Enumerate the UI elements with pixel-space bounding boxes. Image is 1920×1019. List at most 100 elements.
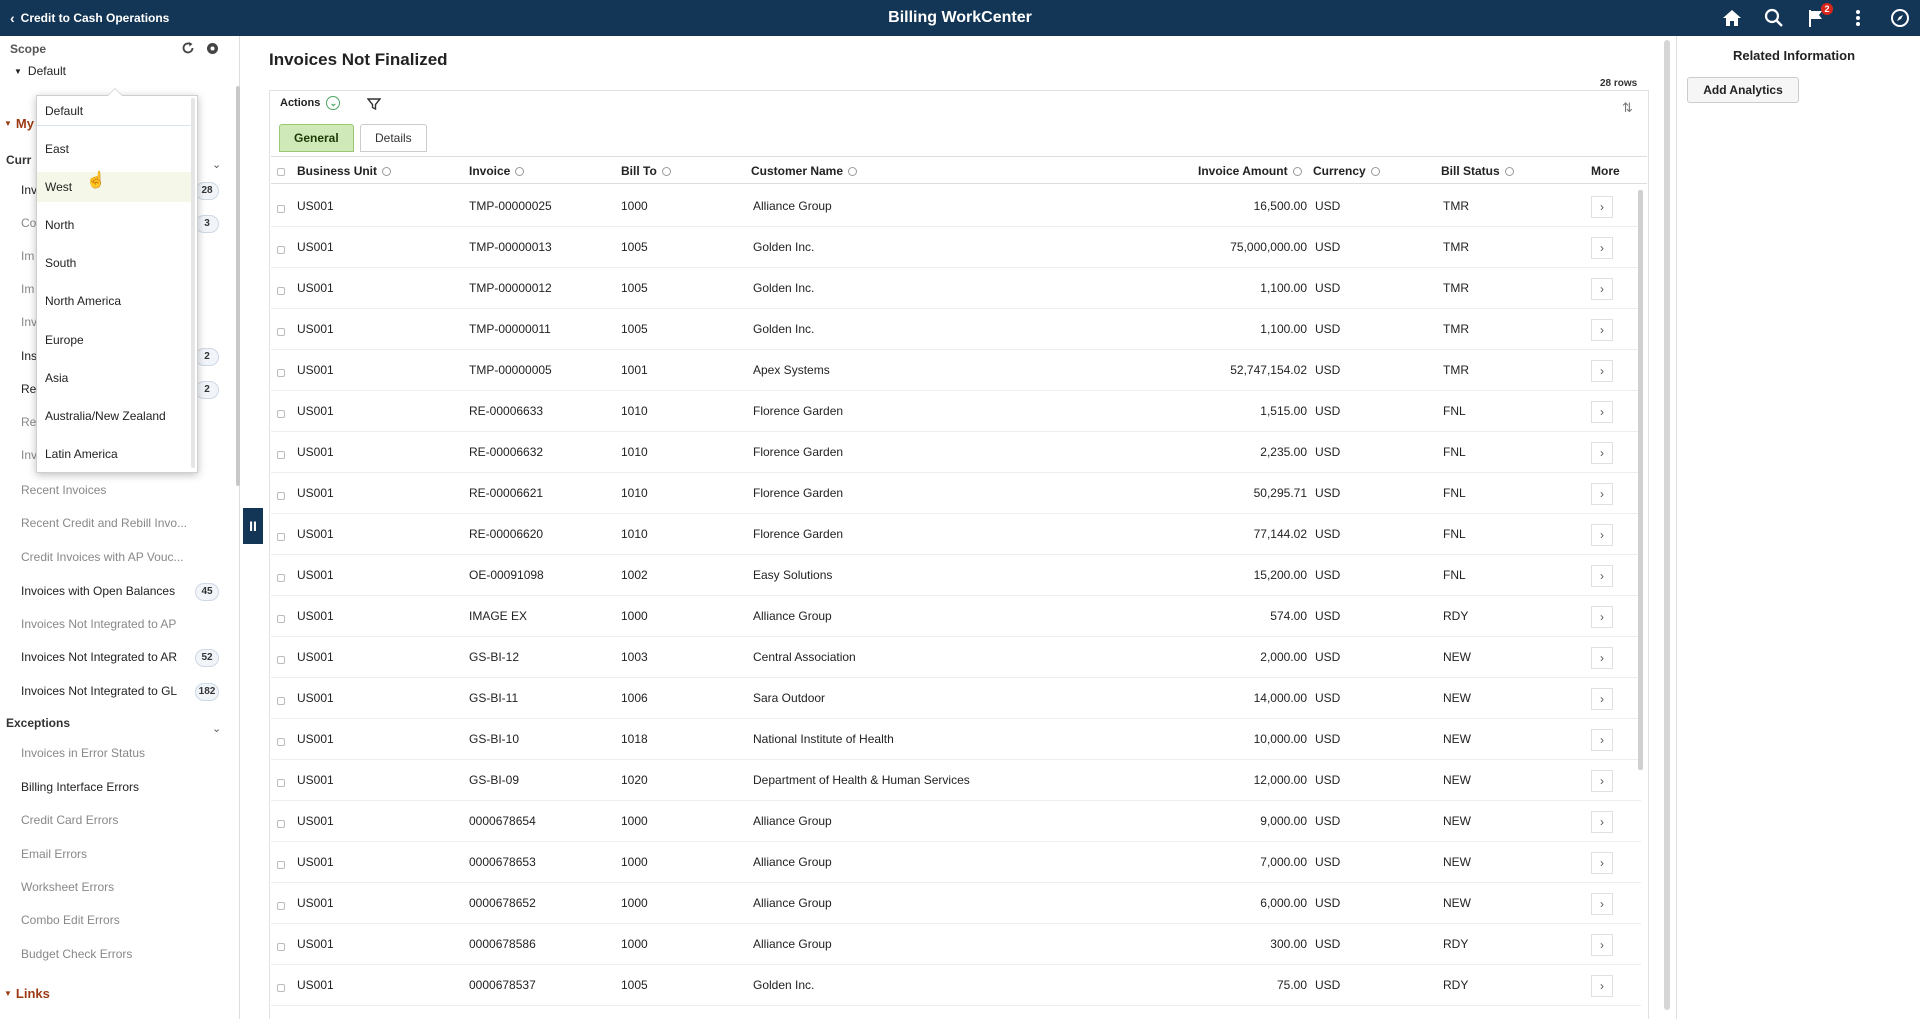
scope-option-australia-new-zealand[interactable]: Australia/New Zealand bbox=[37, 401, 191, 431]
notifications-flag-icon[interactable]: 2 bbox=[1804, 3, 1833, 30]
row-checkbox[interactable] bbox=[277, 984, 285, 992]
row-checkbox[interactable] bbox=[277, 738, 285, 746]
nav-item-partial[interactable]: Inv bbox=[21, 315, 37, 329]
table-row[interactable]: US001 RE-00006621 1010 Florence Garden 50,29… bbox=[271, 473, 1641, 514]
table-row[interactable]: US001 0000678586 1000 Alliance Group 300.00 U… bbox=[271, 924, 1641, 965]
actions-menu-button[interactable]: Actions ⌄ bbox=[280, 96, 341, 110]
row-more-chevron-icon[interactable]: › bbox=[1591, 196, 1613, 218]
nav-item-credit-card-errors[interactable]: Credit Card Errors bbox=[21, 813, 118, 827]
row-more-chevron-icon[interactable]: › bbox=[1591, 524, 1613, 546]
nav-item-budget-check-errors[interactable]: Budget Check Errors bbox=[21, 947, 132, 961]
row-more-chevron-icon[interactable]: › bbox=[1591, 565, 1613, 587]
col-business-unit[interactable]: Business Unit bbox=[297, 164, 392, 178]
nav-item-recent-credit-rebill[interactable]: Recent Credit and Rebill Invo... bbox=[21, 516, 187, 530]
filter-icon[interactable] bbox=[366, 97, 382, 111]
more-vertical-icon[interactable] bbox=[1846, 6, 1870, 30]
row-more-chevron-icon[interactable]: › bbox=[1591, 360, 1613, 382]
row-more-chevron-icon[interactable]: › bbox=[1591, 852, 1613, 874]
table-row[interactable]: US001 TMP-00000005 1001 Apex Systems 52,747,… bbox=[271, 350, 1641, 391]
row-checkbox[interactable] bbox=[277, 820, 285, 828]
scope-option-latin-america[interactable]: Latin America bbox=[37, 439, 191, 469]
table-row[interactable]: US001 RE-00006633 1010 Florence Garden 1,515… bbox=[271, 391, 1641, 432]
scope-option-europe[interactable]: Europe bbox=[37, 325, 191, 355]
nav-item-billing-interface-errors[interactable]: Billing Interface Errors bbox=[21, 780, 139, 794]
row-more-chevron-icon[interactable]: › bbox=[1591, 319, 1613, 341]
row-more-chevron-icon[interactable]: › bbox=[1591, 606, 1613, 628]
nav-item-email-errors[interactable]: Email Errors bbox=[21, 847, 87, 861]
scope-option-asia[interactable]: Asia bbox=[37, 363, 191, 393]
row-more-chevron-icon[interactable]: › bbox=[1591, 770, 1613, 792]
table-row[interactable]: US001 TMP-00000012 1005 Golden Inc. 1,100.00… bbox=[271, 268, 1641, 309]
row-checkbox[interactable] bbox=[277, 533, 285, 541]
nav-item-not-integrated-gl[interactable]: Invoices Not Integrated to GL bbox=[21, 684, 177, 698]
row-checkbox[interactable] bbox=[277, 410, 285, 418]
col-bill-to[interactable]: Bill To bbox=[621, 164, 671, 178]
table-row[interactable]: US001 0000678653 1000 Alliance Group 7,000.0… bbox=[271, 842, 1641, 883]
row-checkbox[interactable] bbox=[277, 287, 285, 295]
row-checkbox[interactable] bbox=[277, 902, 285, 910]
back-button[interactable]: ‹ Credit to Cash Operations bbox=[10, 0, 169, 36]
nav-item-partial[interactable]: Inv bbox=[21, 183, 37, 197]
nav-item-partial[interactable]: Re bbox=[21, 415, 36, 429]
row-more-chevron-icon[interactable]: › bbox=[1591, 934, 1613, 956]
nav-item-partial[interactable]: Ins bbox=[21, 349, 37, 363]
row-more-chevron-icon[interactable]: › bbox=[1591, 811, 1613, 833]
col-bill-status[interactable]: Bill Status bbox=[1441, 164, 1514, 178]
sort-icon[interactable]: ⇅ bbox=[1622, 100, 1633, 116]
nav-item-partial[interactable]: Re bbox=[21, 382, 36, 396]
scope-option-east[interactable]: East bbox=[37, 134, 191, 164]
chevron-down-icon[interactable]: ⌄ bbox=[212, 722, 221, 735]
my-work-section-header[interactable]: ▼ My bbox=[4, 116, 34, 131]
table-row[interactable]: US001 TMP-00000025 1000 Alliance Group 16,50… bbox=[271, 186, 1641, 227]
table-row[interactable]: US001 GS-BI-10 1018 National Institute of H… bbox=[271, 719, 1641, 760]
table-row[interactable]: US001 0000678537 1005 Golden Inc. 75.00 USD RD… bbox=[271, 965, 1641, 1006]
row-checkbox[interactable] bbox=[277, 451, 285, 459]
nav-item-partial[interactable]: Inv bbox=[21, 448, 37, 462]
navbar-compass-icon[interactable] bbox=[1888, 6, 1912, 30]
scope-option-north-america[interactable]: North America bbox=[37, 286, 191, 316]
table-row[interactable]: US001 GS-BI-09 1020 Department of Health & … bbox=[271, 760, 1641, 801]
row-checkbox[interactable] bbox=[277, 656, 285, 664]
table-row[interactable]: US001 GS-BI-11 1006 Sara Outdoor 14,000.00 US… bbox=[271, 678, 1641, 719]
scope-select[interactable]: ▼ Default bbox=[14, 64, 66, 78]
row-checkbox[interactable] bbox=[277, 205, 285, 213]
nav-item-recent-invoices[interactable]: Recent Invoices bbox=[21, 483, 106, 497]
row-more-chevron-icon[interactable]: › bbox=[1591, 688, 1613, 710]
add-analytics-button[interactable]: Add Analytics bbox=[1687, 77, 1799, 103]
scope-option-north[interactable]: North bbox=[37, 210, 191, 240]
table-row[interactable]: US001 RE-00006632 1010 Florence Garden 2,235… bbox=[271, 432, 1641, 473]
row-checkbox[interactable] bbox=[277, 861, 285, 869]
table-row[interactable]: US001 IMAGE EX 1000 Alliance Group 574.00 USD… bbox=[271, 596, 1641, 637]
nav-item-partial[interactable]: Im bbox=[21, 282, 34, 296]
scope-option-south[interactable]: South bbox=[37, 248, 191, 278]
row-checkbox[interactable] bbox=[277, 615, 285, 623]
row-more-chevron-icon[interactable]: › bbox=[1591, 975, 1613, 997]
scope-option-west[interactable]: West bbox=[37, 172, 191, 202]
col-customer-name[interactable]: Customer Name bbox=[751, 164, 858, 178]
collapse-panel-button[interactable]: II bbox=[243, 508, 263, 544]
row-checkbox[interactable] bbox=[277, 574, 285, 582]
row-checkbox[interactable] bbox=[277, 779, 285, 787]
table-row[interactable]: US001 RE-00006620 1010 Florence Garden 77,14… bbox=[271, 514, 1641, 555]
nav-item-open-balances[interactable]: Invoices with Open Balances bbox=[21, 584, 175, 598]
links-section-header[interactable]: ▼ Links bbox=[4, 986, 50, 1001]
nav-item-partial[interactable]: Co bbox=[21, 216, 36, 230]
col-currency[interactable]: Currency bbox=[1313, 164, 1380, 178]
row-more-chevron-icon[interactable]: › bbox=[1591, 483, 1613, 505]
nav-item-partial[interactable]: Im bbox=[21, 249, 34, 263]
current-section-header[interactable]: Curr bbox=[6, 153, 31, 167]
row-more-chevron-icon[interactable]: › bbox=[1591, 237, 1613, 259]
grid-scrollbar[interactable] bbox=[1638, 190, 1643, 770]
col-invoice-amount[interactable]: Invoice Amount bbox=[1198, 164, 1302, 178]
row-checkbox[interactable] bbox=[277, 943, 285, 951]
tab-general[interactable]: General bbox=[279, 124, 354, 152]
row-checkbox[interactable] bbox=[277, 492, 285, 500]
gear-icon[interactable] bbox=[204, 40, 220, 56]
refresh-icon[interactable] bbox=[180, 40, 196, 56]
nav-item-invoices-error-status[interactable]: Invoices in Error Status bbox=[21, 746, 145, 760]
nav-item-combo-edit-errors[interactable]: Combo Edit Errors bbox=[21, 913, 120, 927]
exceptions-section-header[interactable]: Exceptions bbox=[6, 716, 70, 730]
table-row[interactable]: US001 TMP-00000013 1005 Golden Inc. 75,000,0… bbox=[271, 227, 1641, 268]
row-more-chevron-icon[interactable]: › bbox=[1591, 278, 1613, 300]
table-row[interactable]: US001 TMP-00000011 1005 Golden Inc. 1,100.00… bbox=[271, 309, 1641, 350]
